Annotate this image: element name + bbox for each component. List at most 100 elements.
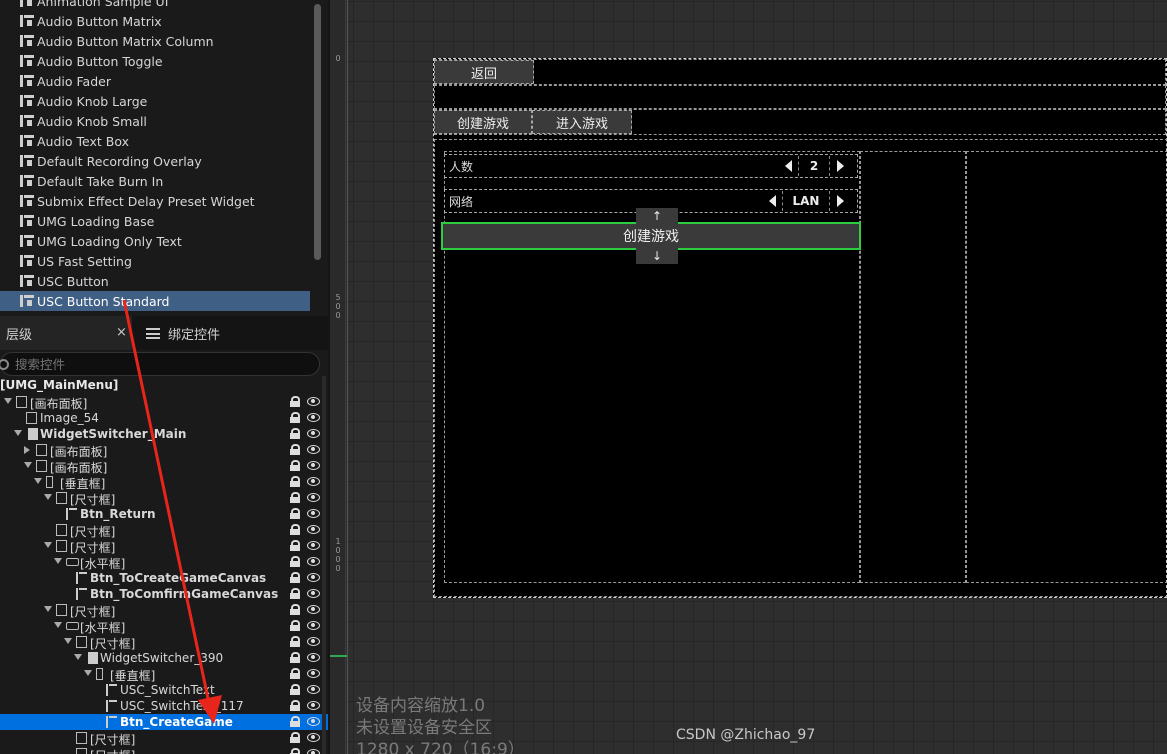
palette-item[interactable]: UMG Loading Only Text	[0, 231, 310, 251]
hierarchy-row[interactable]: USC_SwitchText	[0, 682, 328, 698]
lock-icon[interactable]	[290, 732, 300, 743]
hierarchy-row[interactable]: [画布面板]	[0, 458, 328, 475]
btn-to-create-game-canvas[interactable]: 创建游戏	[434, 110, 532, 134]
visibility-eye-icon[interactable]	[307, 461, 320, 470]
visibility-eye-icon[interactable]	[307, 717, 320, 726]
visibility-eye-icon[interactable]	[307, 589, 320, 598]
lock-icon[interactable]	[290, 604, 300, 615]
hierarchy-row[interactable]: [尺寸框]	[0, 746, 328, 754]
hierarchy-row[interactable]: Btn_Return	[0, 506, 328, 522]
visibility-eye-icon[interactable]	[307, 637, 320, 646]
hierarchy-row[interactable]: [画布面板]	[0, 394, 328, 411]
lock-icon[interactable]	[290, 556, 300, 567]
visibility-eye-icon[interactable]	[307, 525, 320, 534]
palette-item[interactable]: USC Button Standard	[0, 291, 310, 311]
collapse-arrow-icon[interactable]	[44, 606, 52, 612]
palette-item[interactable]: USC Button	[0, 271, 310, 291]
palette-item[interactable]: Default Recording Overlay	[0, 151, 310, 171]
hierarchy-row[interactable]: [尺寸框]	[0, 730, 328, 747]
arrow-right-icon[interactable]	[830, 156, 850, 176]
btn-return[interactable]: 返回	[434, 60, 534, 84]
visibility-eye-icon[interactable]	[307, 413, 320, 422]
lock-icon[interactable]	[290, 460, 300, 471]
palette-item[interactable]: Audio Knob Large	[0, 91, 310, 111]
lock-icon[interactable]	[290, 540, 300, 551]
tab-hierarchy[interactable]: 层级	[0, 316, 132, 350]
collapse-arrow-icon[interactable]	[54, 558, 62, 564]
lock-icon[interactable]	[290, 508, 300, 519]
palette-item[interactable]: Audio Text Box	[0, 131, 310, 151]
hierarchy-row[interactable]: Btn_ToCreateGameCanvas	[0, 570, 328, 586]
lock-icon[interactable]	[290, 428, 300, 439]
palette-item[interactable]: Animation Sample UI	[0, 0, 310, 11]
hierarchy-row[interactable]: [尺寸框]	[0, 602, 328, 619]
lock-icon[interactable]	[290, 444, 300, 455]
lock-icon[interactable]	[290, 620, 300, 631]
hierarchy-row[interactable]: [画布面板]	[0, 442, 328, 459]
visibility-eye-icon[interactable]	[307, 493, 320, 502]
visibility-eye-icon[interactable]	[307, 621, 320, 630]
lock-icon[interactable]	[290, 684, 300, 695]
lock-icon[interactable]	[290, 412, 300, 423]
lock-icon[interactable]	[290, 652, 300, 663]
collapse-arrow-icon[interactable]	[24, 462, 32, 468]
visibility-eye-icon[interactable]	[307, 429, 320, 438]
collapse-arrow-icon[interactable]	[14, 430, 22, 436]
lock-icon[interactable]	[290, 716, 300, 727]
hierarchy-row[interactable]: [尺寸框]	[0, 634, 328, 651]
visibility-eye-icon[interactable]	[307, 685, 320, 694]
hierarchy-row[interactable]: Btn_CreateGame	[0, 714, 328, 730]
designer-canvas[interactable]: 0 5 0 0 1 0 0 0 返回 创建游戏 进入游戏 人数 2 网络 LAN…	[330, 0, 1167, 754]
arrow-left-icon[interactable]	[778, 156, 798, 176]
hierarchy-row[interactable]: WidgetSwitcher_Main	[0, 426, 328, 442]
collapse-arrow-icon[interactable]	[54, 622, 62, 628]
btn-create-game[interactable]: 创建游戏	[441, 222, 861, 250]
palette-scrollbar[interactable]	[314, 4, 321, 260]
nav-up-icon[interactable]: ↑	[636, 208, 678, 224]
visibility-eye-icon[interactable]	[307, 509, 320, 518]
hierarchy-row[interactable]: Btn_ToComfirmGameCanvas	[0, 586, 328, 602]
visibility-eye-icon[interactable]	[307, 701, 320, 710]
visibility-eye-icon[interactable]	[307, 669, 320, 678]
hierarchy-row[interactable]: WidgetSwitcher_390	[0, 650, 328, 666]
expand-arrow-icon[interactable]	[24, 446, 30, 454]
lock-icon[interactable]	[290, 668, 300, 679]
palette-item[interactable]: UMG Loading Base	[0, 211, 310, 231]
lock-icon[interactable]	[290, 572, 300, 583]
visibility-eye-icon[interactable]	[307, 749, 320, 754]
lock-icon[interactable]	[290, 476, 300, 487]
collapse-arrow-icon[interactable]	[34, 478, 42, 484]
nav-down-icon[interactable]: ↓	[636, 248, 678, 264]
visibility-eye-icon[interactable]	[307, 477, 320, 486]
collapse-arrow-icon[interactable]	[84, 670, 92, 676]
collapse-arrow-icon[interactable]	[74, 654, 82, 660]
visibility-eye-icon[interactable]	[307, 445, 320, 454]
collapse-arrow-icon[interactable]	[4, 398, 12, 404]
lock-icon[interactable]	[290, 748, 300, 754]
palette-item[interactable]: Audio Button Toggle	[0, 51, 310, 71]
visibility-eye-icon[interactable]	[307, 605, 320, 614]
visibility-eye-icon[interactable]	[307, 573, 320, 582]
usc-switch-text-players[interactable]: 人数 2	[444, 154, 858, 178]
search-input[interactable]	[15, 356, 295, 372]
palette-item[interactable]: Audio Fader	[0, 71, 310, 91]
hierarchy-scrollbar[interactable]	[322, 376, 326, 754]
palette-item[interactable]: Default Take Burn In	[0, 171, 310, 191]
visibility-eye-icon[interactable]	[307, 653, 320, 662]
hierarchy-row[interactable]: [水平框]	[0, 618, 328, 635]
visibility-eye-icon[interactable]	[307, 541, 320, 550]
palette-item[interactable]: Submix Effect Delay Preset Widget	[0, 191, 310, 211]
hierarchy-row[interactable]: [尺寸框]	[0, 490, 328, 507]
lock-icon[interactable]	[290, 524, 300, 535]
palette-item[interactable]: Audio Button Matrix	[0, 11, 310, 31]
lock-icon[interactable]	[290, 700, 300, 711]
visibility-eye-icon[interactable]	[307, 557, 320, 566]
collapse-arrow-icon[interactable]	[44, 494, 52, 500]
hierarchy-row[interactable]: USC_SwitchText_117	[0, 698, 328, 714]
arrow-right-icon[interactable]	[830, 191, 850, 211]
palette-item[interactable]: Audio Knob Small	[0, 111, 310, 131]
hierarchy-row[interactable]: [尺寸框]	[0, 522, 328, 539]
hierarchy-row[interactable]: [水平框]	[0, 554, 328, 571]
hierarchy-row[interactable]: [垂直框]	[0, 474, 328, 491]
lock-icon[interactable]	[290, 492, 300, 503]
